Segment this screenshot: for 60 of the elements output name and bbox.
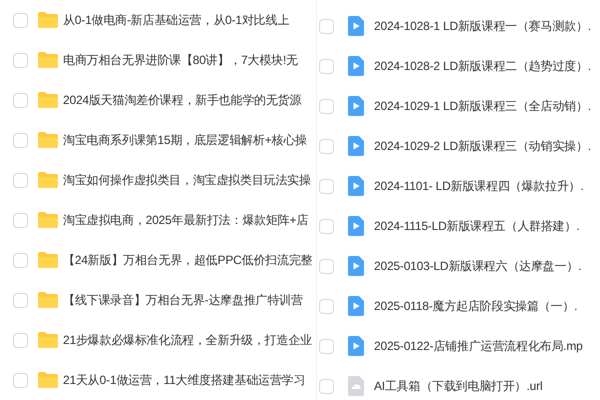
file-name[interactable]: 从0-1做电商-新店基础运营，从0-1对比线上	[63, 12, 290, 28]
video-file-icon	[348, 176, 364, 196]
file-name[interactable]: 21步爆款必爆标准化流程，全新升级，打造企业	[63, 332, 312, 348]
file-name[interactable]: 2024-1115-LD新版课程五（人群搭建）.	[374, 218, 580, 234]
checkbox[interactable]	[13, 252, 28, 268]
checkbox[interactable]	[319, 378, 334, 394]
checkbox[interactable]	[13, 52, 28, 68]
file-name[interactable]: 【24新版】万相台无界，超低PPC低价扫流完整	[63, 252, 312, 268]
checkbox[interactable]	[319, 178, 334, 194]
checkbox[interactable]	[13, 12, 28, 28]
file-name[interactable]: 2024-1028-1 LD新版课程一（赛马测款）.	[374, 18, 591, 34]
cloud-file-icon	[348, 376, 364, 396]
folder-icon	[38, 252, 58, 268]
checkbox[interactable]	[13, 132, 28, 148]
checkbox[interactable]	[13, 332, 28, 348]
file-name[interactable]: 电商万相台无界进阶课【80讲】，7大模块!无	[63, 52, 298, 68]
checkbox[interactable]	[13, 212, 28, 228]
folder-icon	[38, 372, 58, 388]
file-name[interactable]: 淘宝电商系列课第15期，底层逻辑解析+核心操	[63, 132, 307, 148]
checkbox[interactable]	[319, 218, 334, 234]
folder-icon	[38, 132, 58, 148]
file-name[interactable]: 2025-0118-魔方起店阶段实操篇（一）.	[374, 298, 578, 314]
video-file-icon	[348, 16, 364, 36]
checkbox[interactable]	[319, 138, 334, 154]
checkbox[interactable]	[319, 98, 334, 114]
file-name[interactable]: 21天从0-1做运营，11大维度搭建基础运营学习	[63, 372, 306, 388]
file-name[interactable]: 2025-0103-LD新版课程六（达摩盘一）.	[374, 258, 582, 274]
video-file-icon	[348, 336, 364, 356]
checkbox[interactable]	[319, 338, 334, 354]
checkbox[interactable]	[13, 292, 28, 308]
checkbox[interactable]	[13, 172, 28, 188]
file-name[interactable]: 2024-1101- LD新版课程四（爆款拉升）.	[374, 178, 584, 194]
checkbox[interactable]	[319, 58, 334, 74]
checkbox[interactable]	[13, 92, 28, 108]
file-name[interactable]: 2024版天猫淘差价课程，新手也能学的无货源	[63, 92, 302, 108]
video-file-icon	[348, 96, 364, 116]
video-file-icon	[348, 256, 364, 276]
folder-icon	[38, 52, 58, 68]
file-name[interactable]: 【线下课录音】万相台无界-达摩盘推广特训营	[63, 292, 303, 308]
video-file-icon	[348, 216, 364, 236]
video-file-icon	[348, 56, 364, 76]
checkbox[interactable]	[319, 18, 334, 34]
folder-icon	[38, 212, 58, 228]
checkbox[interactable]	[319, 258, 334, 274]
file-name[interactable]: 2024-1028-2 LD新版课程二（趋势过度）.	[374, 58, 591, 74]
checkbox[interactable]	[13, 372, 28, 388]
folder-icon	[38, 12, 58, 28]
folder-icon	[38, 172, 58, 188]
folder-icon	[38, 292, 58, 308]
file-name[interactable]: 淘宝虚拟电商，2025年最新打法：爆款矩阵+店	[63, 212, 308, 228]
file-name[interactable]: 淘宝如何操作虚拟类目，淘宝虚拟类目玩法实操	[63, 172, 311, 188]
file-name[interactable]: AI工具箱（下载到电脑打开）.url	[374, 378, 542, 394]
file-name[interactable]: 2024-1029-1 LD新版课程三（全店动销）.	[374, 98, 591, 114]
file-name[interactable]: 2024-1029-2 LD新版课程三（动销实操）.	[374, 138, 591, 154]
video-file-icon	[348, 296, 364, 316]
folder-icon	[38, 92, 58, 108]
checkbox[interactable]	[319, 298, 334, 314]
folder-icon	[38, 332, 58, 348]
file-name[interactable]: 2025-0122-店铺推广运营流程化布局.mp	[374, 338, 583, 354]
video-file-icon	[348, 136, 364, 156]
